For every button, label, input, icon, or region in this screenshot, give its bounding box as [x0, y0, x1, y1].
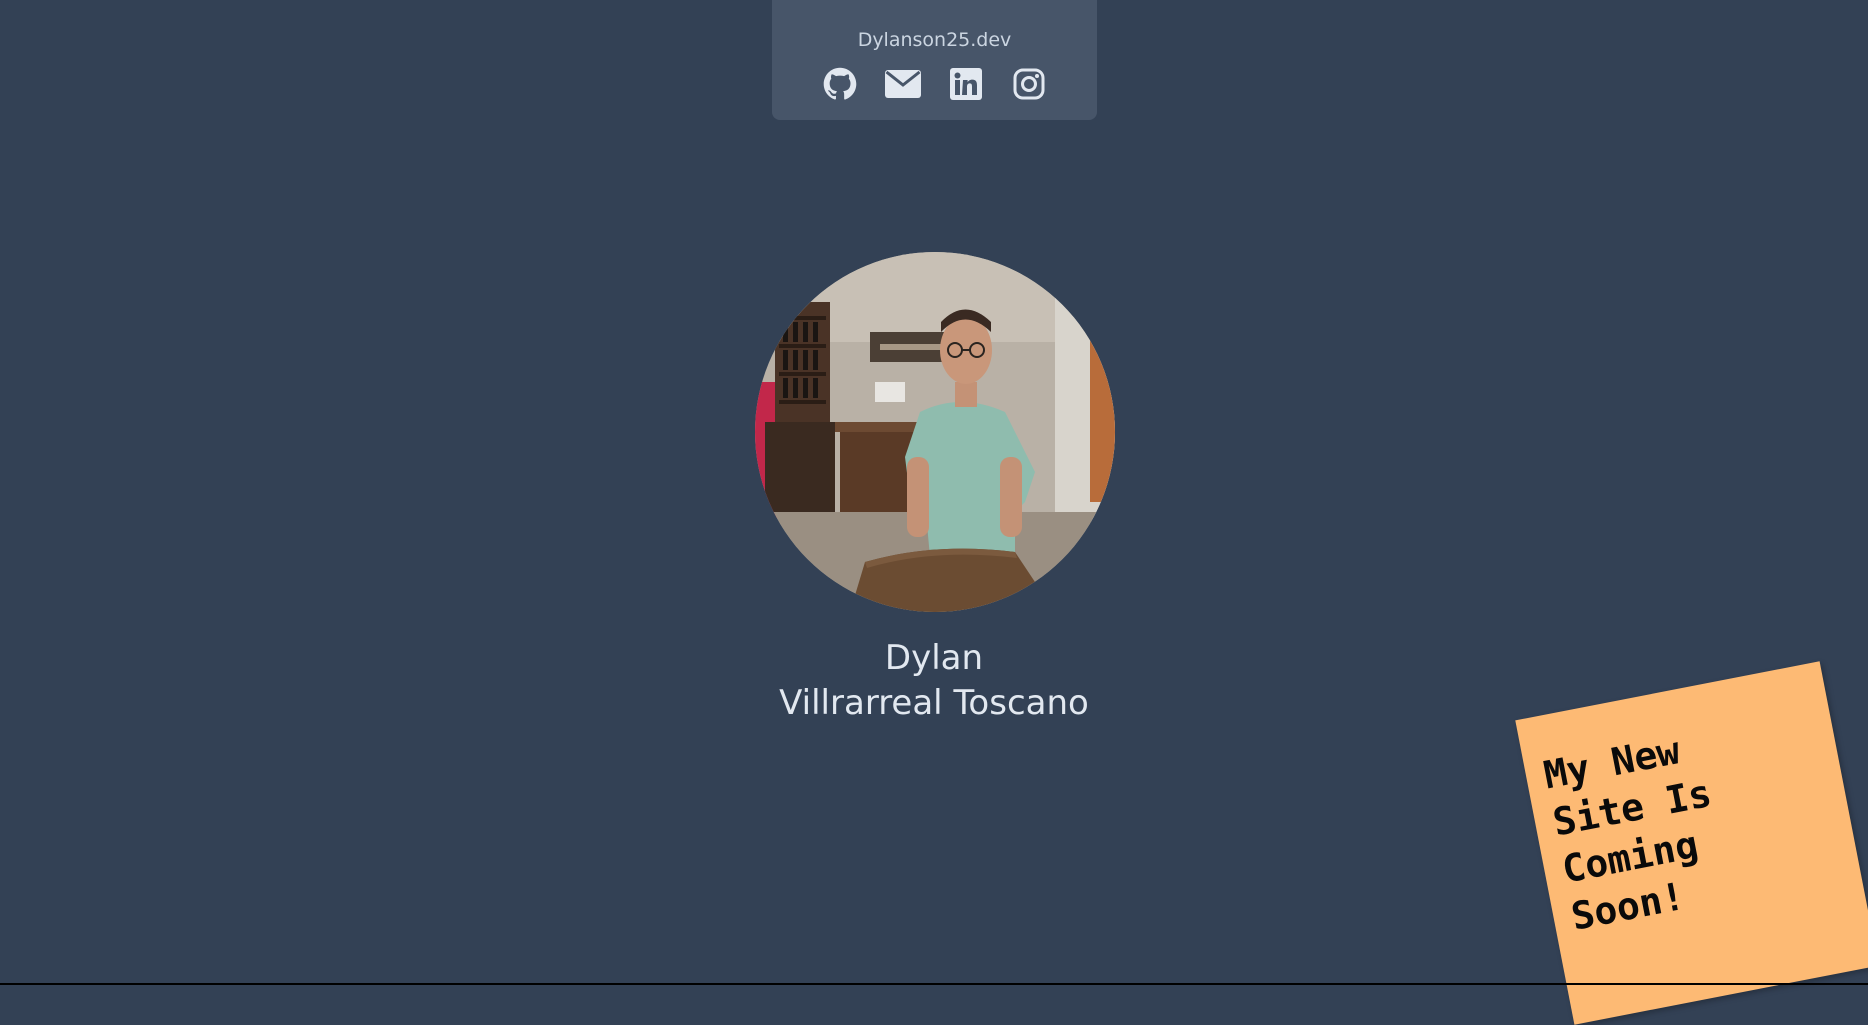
profile-photo [755, 252, 1115, 612]
linkedin-link[interactable] [948, 66, 984, 102]
profile-photo-image [755, 252, 1115, 612]
last-name: Villrarreal Toscano [779, 683, 1089, 723]
github-icon [823, 67, 857, 100]
envelope-icon [885, 70, 921, 98]
profile-name: Dylan Villrarreal Toscano [634, 636, 1234, 726]
github-link[interactable] [822, 66, 858, 102]
instagram-icon [1013, 68, 1045, 100]
sticky-note-text: My New Site Is Coming Soon! [1540, 722, 1734, 941]
first-name: Dylan [884, 638, 984, 678]
instagram-link[interactable] [1011, 66, 1047, 102]
linkedin-icon [950, 68, 982, 100]
nav-card: Dylanson25.dev [772, 0, 1097, 120]
site-name[interactable]: Dylanson25.dev [772, 29, 1097, 51]
social-links [772, 66, 1097, 102]
sticky-note: My New Site Is Coming Soon! [1515, 661, 1868, 1025]
email-link[interactable] [885, 66, 921, 102]
